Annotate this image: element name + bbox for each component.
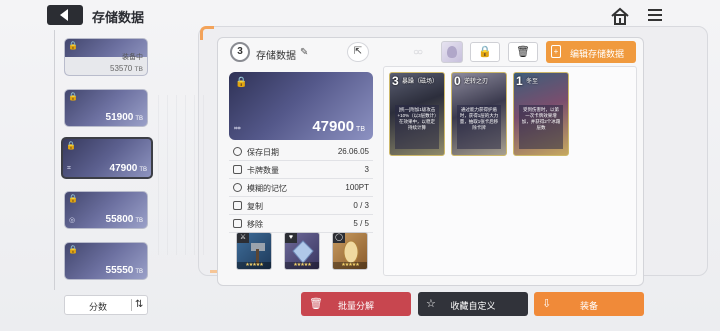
decorative-corner (200, 26, 214, 40)
lock-icon: 🔒 (68, 194, 78, 203)
share-button[interactable]: ⇱ (347, 42, 369, 62)
equipped-badge: 装备中 (122, 54, 143, 61)
collection-custom-label: 收藏自定义 (450, 301, 496, 311)
back-button[interactable] (47, 5, 83, 25)
data-preview-card: 🔒 ⌗⌗ 47900 TB (229, 72, 373, 140)
lock-button[interactable]: 🔒 (470, 42, 500, 62)
avatar[interactable] (441, 41, 463, 63)
module-gem[interactable]: ♥ ★★★★★ (284, 232, 320, 270)
slot-logo-icon: ⌗ (67, 165, 71, 172)
card-name: 逆转之刃 (464, 79, 489, 85)
clock-icon (233, 147, 242, 156)
lock-icon: 🔒 (68, 92, 78, 101)
lock-icon: 🔒 (66, 141, 76, 150)
lock-icon: 🔒 (68, 245, 78, 254)
card-icon (233, 165, 242, 174)
card-cost: 1 (516, 74, 523, 88)
card-description: 受到伤害时，以第一次卡牌效果增加，并获得2个冰霜层数 (519, 105, 563, 149)
rarity-stars: ★★★★★ (237, 262, 271, 269)
stat-memory: 模糊的记忆 100PT (229, 179, 373, 197)
save-slot-3-selected[interactable]: 🔒 ⌗ 47900 TB (61, 137, 153, 179)
copy-icon (233, 201, 242, 210)
sort-button[interactable]: 分数 ⇅ (64, 295, 148, 315)
sword-icon: ⚔ (237, 233, 249, 243)
slot-value: 53570 TB (110, 64, 143, 73)
timeline-line (54, 30, 55, 290)
save-slot-2[interactable]: 🔒 51900 TB (64, 89, 148, 127)
module-hammer[interactable]: ⚔ ★★★★★ (236, 232, 272, 270)
sort-order-icon[interactable]: ⇅ (135, 299, 143, 310)
menu-icon[interactable] (648, 9, 662, 21)
slot-value: 51900 TB (105, 112, 143, 123)
decorative-lines (150, 95, 210, 255)
back-arrow-icon (60, 9, 68, 21)
stat-remove: 移除 5 / 5 (229, 215, 373, 233)
lock-icon: 🔒 (478, 46, 492, 58)
pencil-icon[interactable]: ✎ (300, 47, 308, 58)
card-item[interactable]: 3 暴躁（磁场） [统一]附加1级攻击+10%（以3层数计）在效果中，以稳定持续… (389, 72, 445, 156)
equip-label: 装备 (579, 301, 598, 311)
card-item[interactable]: 0 逆转之刃 通过能力获得护盾时，获得1层的大力量，抽取1张卡后移除卡牌 (451, 72, 507, 156)
save-slot-1[interactable]: 🔒 装备中 53570 TB (64, 38, 148, 76)
slot-value: 55550 TB (105, 265, 143, 276)
memory-icon (233, 183, 242, 192)
save-slot-4[interactable]: 🔒 ◎ 55800 TB (64, 191, 148, 229)
bulk-dismantle-label: 批量分解 (337, 301, 374, 311)
share-icon: ⇱ (353, 46, 363, 57)
sort-label: 分数 (88, 302, 107, 312)
slot-value: 55800 TB (105, 214, 143, 225)
delete-button[interactable]: 🗑 (508, 42, 538, 62)
slot-logo-icon: ◎ (69, 217, 76, 224)
edit-data-label: 编辑存储数据 (570, 49, 625, 59)
stat-card-count: 卡牌数量 3 (229, 161, 373, 179)
edit-data-button[interactable]: + 编辑存储数据 (546, 41, 636, 63)
card-name: 冬至 (526, 79, 539, 85)
card-cost: 0 (454, 74, 461, 88)
module-relic[interactable]: ◯ ★★★★★ (332, 232, 368, 270)
card-name: 暴躁（磁场） (402, 79, 439, 85)
card-logo-icon: ⌗⌗ (234, 126, 241, 132)
slot-value: 47900 TB (109, 163, 147, 174)
card-item[interactable]: 1 冬至 受到伤害时，以第一次卡牌效果增加，并获得2个冰霜层数 (513, 72, 569, 156)
lock-icon: 🔒 (68, 41, 78, 50)
page-title: 存储数据 (92, 10, 145, 25)
data-title: 存储数据 (256, 51, 296, 62)
total-value: 47900 TB (312, 118, 365, 135)
card-description: 通过能力获得护盾时，获得1层的大力量，抽取1张卡后移除卡牌 (457, 105, 501, 149)
ring-icon: ◯ (333, 233, 345, 243)
card-description: [统一]附加1级攻击+10%（以3层数计）在效果中，以稳定持续计算 (395, 105, 439, 149)
stats-list: 保存日期 26.06.05 卡牌数量 3 模糊的记忆 100PT 复制 0 / … (229, 143, 373, 233)
rarity-stars: ★★★★★ (285, 262, 319, 269)
save-slot-5[interactable]: 🔒 55550 TB (64, 242, 148, 280)
card-cost: 3 (392, 74, 399, 88)
stat-save-date: 保存日期 26.06.05 (229, 143, 373, 161)
home-icon[interactable] (610, 7, 630, 25)
lock-icon: 🔒 (235, 77, 248, 88)
divider (131, 299, 132, 311)
add-icon: + (551, 45, 561, 58)
stat-copy: 复制 0 / 3 (229, 197, 373, 215)
equip-button[interactable]: ⇩ 装备 (534, 292, 644, 316)
link-icon: ○○ (413, 47, 423, 58)
card-count-badge: 3 (230, 42, 250, 62)
trash-icon: 🗑 (516, 46, 530, 58)
bulk-dismantle-button[interactable]: 🗑 批量分解 (301, 292, 411, 316)
heart-icon: ♥ (285, 233, 297, 243)
rarity-stars: ★★★★★ (333, 262, 367, 269)
collection-custom-button[interactable]: ☆ 收藏自定义 (418, 292, 528, 316)
remove-icon (233, 219, 242, 228)
